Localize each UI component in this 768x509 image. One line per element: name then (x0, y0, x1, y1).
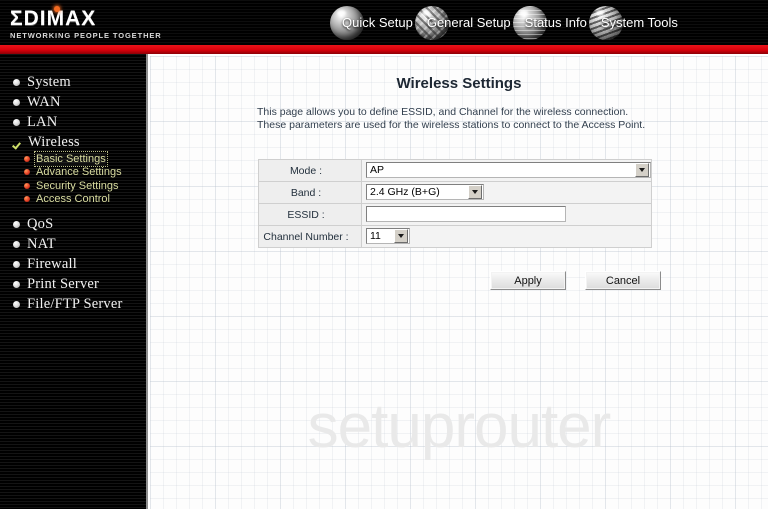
nav-label-general-setup: General Setup (426, 15, 511, 30)
form-row-mode: Mode : AP (258, 159, 652, 182)
nav-label-status-info: Status Info (524, 15, 587, 30)
bullet-icon (13, 240, 20, 248)
sidebar-navigation: System WAN LAN Wireless Basic Settings A… (0, 54, 148, 509)
sidebar-label-firewall: Firewall (27, 255, 77, 272)
sidebar-label-system: System (27, 73, 71, 90)
sidebar-item-firewall[interactable]: Firewall (0, 254, 146, 274)
form-row-band: Band : 2.4 GHz (B+G) (258, 181, 652, 204)
bullet-icon (13, 78, 20, 86)
edimax-logo: ΣDIMAX NETWORKING PEOPLE TOGETHER (10, 6, 190, 40)
sidebar-item-system[interactable]: System (0, 72, 146, 92)
sidebar-subitem-basic-settings[interactable]: Basic Settings (0, 150, 146, 167)
channel-number-select-value: 11 (370, 230, 381, 243)
router-admin-page: ΣDIMAX NETWORKING PEOPLE TOGETHER Quick … (0, 0, 768, 509)
sub-bullet-icon (24, 169, 30, 176)
band-select-value: 2.4 GHz (B+G) (370, 186, 440, 199)
sidebar-subitem-access-control[interactable]: Access Control (0, 193, 146, 207)
sidebar-subitem-security-settings[interactable]: Security Settings (0, 179, 146, 193)
form-row-essid: ESSID : (258, 203, 652, 226)
sidebar-sublabel-security-settings: Security Settings (36, 179, 119, 192)
top-navigation: Quick Setup General Setup Status Info Sy… (330, 0, 768, 45)
sidebar-label-file-ftp-server: File/FTP Server (27, 295, 123, 312)
sidebar-item-qos[interactable]: QoS (0, 214, 146, 234)
logo-tagline: NETWORKING PEOPLE TOGETHER (10, 31, 162, 40)
essid-input[interactable] (366, 206, 566, 223)
sidebar-label-qos: QoS (27, 215, 54, 232)
label-band: Band : (258, 181, 362, 204)
value-channel-number: 11 (361, 225, 652, 248)
page-header: ΣDIMAX NETWORKING PEOPLE TOGETHER Quick … (0, 0, 768, 45)
bullet-icon (13, 260, 20, 268)
form-actions: Apply Cancel (490, 271, 661, 290)
sidebar-label-lan: LAN (27, 113, 58, 130)
nav-label-quick-setup: Quick Setup (342, 15, 413, 30)
mode-select-value: AP (370, 164, 385, 177)
bullet-icon (13, 280, 20, 288)
sidebar-label-wireless: Wireless (28, 133, 80, 150)
logo-wordmark: ΣDIMAX (10, 6, 190, 30)
page-title: Wireless Settings (396, 75, 522, 92)
sub-bullet-icon (24, 196, 30, 203)
header-red-divider (0, 45, 768, 54)
value-mode: AP (361, 159, 652, 182)
value-essid (361, 203, 652, 226)
nav-item-general-setup[interactable]: General Setup (414, 0, 513, 45)
label-mode: Mode : (258, 159, 362, 182)
sidebar-label-nat: NAT (27, 235, 56, 252)
cancel-button[interactable]: Cancel (585, 271, 661, 290)
sidebar-item-print-server[interactable]: Print Server (0, 274, 146, 294)
value-band: 2.4 GHz (B+G) (361, 181, 652, 204)
sidebar-item-wan[interactable]: WAN (0, 92, 146, 112)
wireless-settings-form: Mode : AP Band : 2.4 GHz (B+G) ESSID: C… (258, 159, 652, 248)
sidebar-sublabel-access-control: Access Control (36, 193, 110, 206)
bullet-icon (13, 118, 20, 126)
mode-select[interactable]: AP (366, 162, 651, 179)
sidebar-label-print-server: Print Server (27, 275, 100, 292)
sidebar-item-wireless[interactable]: Wireless (0, 132, 146, 152)
sidebar-item-lan[interactable]: LAN (0, 112, 146, 132)
main-content: setuprouter Wireless Settings This page … (150, 56, 768, 509)
nav-label-system-tools: System Tools (600, 15, 678, 30)
sidebar-item-file-ftp-server[interactable]: File/FTP Server (0, 294, 146, 314)
form-row-channel: Channel Number : 11 (258, 225, 652, 248)
sidebar-subitem-advance-settings[interactable]: Advance Settings (0, 166, 146, 180)
bullet-icon (13, 300, 20, 308)
logo-orange-dot-icon (54, 6, 60, 12)
label-channel-number: Channel Number : (258, 225, 362, 248)
sidebar-sublabel-advance-settings: Advance Settings (36, 166, 122, 179)
sub-bullet-icon (24, 182, 30, 189)
chevron-down-icon[interactable] (468, 185, 482, 200)
band-select[interactable]: 2.4 GHz (B+G) (366, 184, 484, 201)
bullet-icon (13, 98, 20, 106)
apply-button[interactable]: Apply (490, 271, 566, 290)
nav-item-status-info[interactable]: Status Info (512, 0, 589, 45)
sub-bullet-icon (24, 155, 30, 162)
nav-item-system-tools[interactable]: System Tools (588, 0, 680, 45)
nav-item-quick-setup[interactable]: Quick Setup (330, 0, 415, 45)
setuprouter-watermark: setuprouter (307, 392, 612, 461)
sidebar-label-wan: WAN (27, 93, 61, 110)
sidebar-item-nat[interactable]: NAT (0, 234, 146, 254)
chevron-down-icon[interactable] (635, 163, 649, 178)
label-essid: ESSID : (258, 203, 362, 226)
channel-number-select[interactable]: 11 (366, 228, 410, 245)
logo-text: ΣDIMAX (10, 7, 97, 30)
bullet-icon (13, 220, 20, 228)
check-icon (13, 137, 23, 147)
chevron-down-icon[interactable] (394, 229, 408, 244)
page-description: This page allows you to define ESSID, an… (257, 106, 646, 131)
sidebar-sublabel-basic-settings: Basic Settings (34, 150, 108, 167)
